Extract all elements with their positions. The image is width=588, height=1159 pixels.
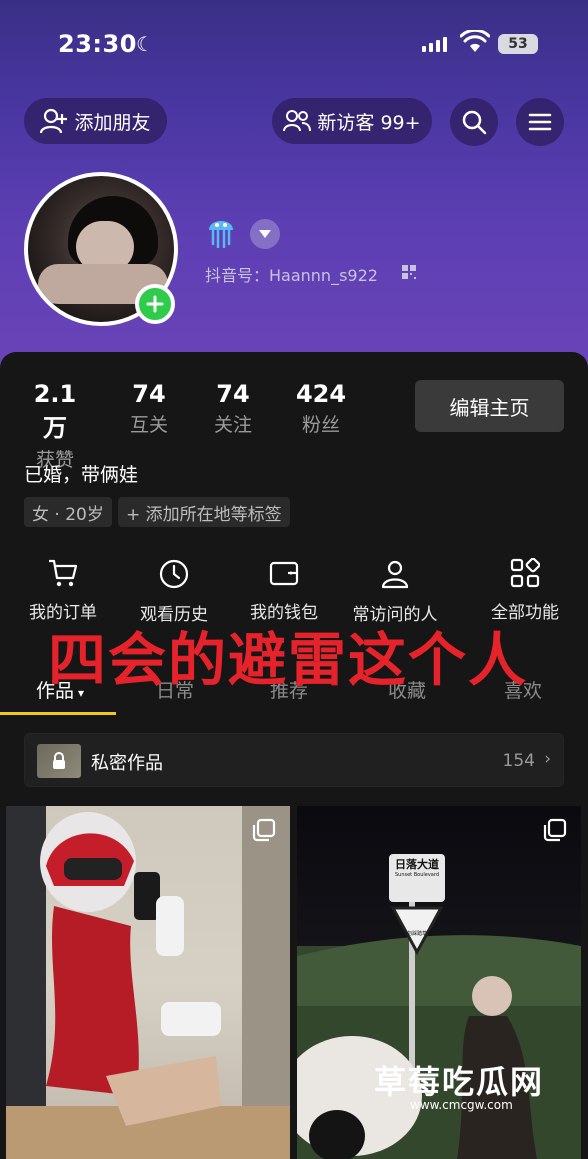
hamburger-icon (528, 113, 552, 131)
my-orders-button[interactable]: 我的订单 (8, 558, 118, 623)
my-orders-label: 我的订单 (29, 603, 97, 623)
stat-followers[interactable]: 424 粉丝 (290, 380, 352, 437)
edit-profile-button[interactable]: 编辑主页 (415, 380, 564, 432)
all-features-button[interactable]: 全部功能 (470, 558, 580, 623)
moon-icon: ☾ (136, 32, 154, 56)
stat-following[interactable]: 74 关注 (206, 380, 260, 437)
status-time: 23:30 (58, 30, 137, 58)
new-visitors-label: 新访客 99+ (317, 111, 421, 134)
plus-icon (146, 295, 164, 313)
stat-followers-value: 424 (295, 380, 347, 408)
account-switch-button[interactable] (250, 219, 280, 249)
watermark-url: www.cmcgw.com (410, 1098, 513, 1112)
thumbnail-image (6, 806, 290, 1159)
status-bar: 23:30 ☾ 53 (0, 28, 588, 60)
signal-icon (422, 36, 447, 52)
search-icon (462, 110, 487, 135)
multi-image-icon (252, 818, 276, 846)
multi-image-icon (543, 818, 567, 846)
visitors-icon (283, 110, 312, 132)
road-sign: 日落大道 Sunset Boulevard (389, 856, 445, 878)
jellyfish-icon (206, 214, 236, 255)
stat-following-value: 74 (216, 380, 250, 408)
new-visitors-button[interactable]: 新访客 99+ (272, 98, 432, 144)
douyin-id: 抖音号：Haannn_s922 (205, 266, 378, 285)
stat-mutual-label: 互关 (129, 414, 168, 436)
lock-icon (53, 752, 65, 769)
profile-bio: 已婚，带俩娃 (24, 464, 139, 486)
search-button[interactable] (450, 98, 498, 146)
battery-indicator: 53 (498, 34, 538, 54)
road-sign-warning: 请勿踩踏草坪 (401, 931, 432, 937)
my-wallet-label: 我的钱包 (250, 603, 318, 623)
menu-button[interactable] (516, 98, 564, 146)
add-location-tag-button[interactable]: + 添加所在地等标签 (118, 497, 290, 527)
frequent-visitors-button[interactable]: 常访问的人 (340, 558, 450, 625)
road-sign-title: 日落大道 (395, 858, 439, 871)
grid-icon (510, 558, 540, 588)
stat-likes[interactable]: 2.1万 获赞 (24, 380, 86, 472)
active-tab-indicator (0, 712, 116, 715)
my-wallet-button[interactable]: 我的钱包 (229, 558, 339, 623)
overlay-caption: 四会的避雷这个人 (48, 626, 529, 694)
private-works-thumbnail (37, 744, 81, 778)
frequent-visitors-label: 常访问的人 (352, 605, 438, 625)
clock-icon (159, 559, 189, 589)
stat-followers-label: 粉丝 (301, 414, 340, 436)
private-works-count: 154 (502, 751, 535, 771)
add-friend-label: 添加朋友 (74, 111, 151, 134)
stat-likes-value: 2.1万 (33, 380, 77, 442)
watch-history-label: 观看历史 (140, 605, 208, 625)
watch-history-button[interactable]: 观看历史 (119, 558, 229, 625)
gender-age-tag: 女 · 20岁 (24, 497, 112, 527)
watermark-text: 草莓吃瓜网 (374, 1063, 545, 1101)
triangle-down-icon (259, 230, 271, 238)
person-icon (381, 560, 409, 589)
stat-mutual[interactable]: 74 互关 (122, 380, 176, 437)
wallet-icon (269, 561, 299, 586)
road-sign-subtitle: Sunset Boulevard (394, 872, 440, 878)
stat-mutual-value: 74 (132, 380, 166, 408)
private-works-row[interactable]: 私密作品 154 › (24, 733, 564, 787)
add-story-button[interactable] (135, 284, 175, 324)
qr-code-icon[interactable] (402, 264, 416, 283)
all-features-label: 全部功能 (491, 603, 559, 623)
add-person-icon (40, 108, 68, 134)
add-friend-button[interactable]: 添加朋友 (24, 98, 167, 144)
wifi-icon (459, 28, 491, 58)
private-works-label: 私密作品 (91, 753, 163, 774)
video-thumbnail[interactable] (6, 806, 290, 1159)
chevron-right-icon: › (544, 749, 551, 769)
cart-icon (49, 559, 78, 587)
stat-following-label: 关注 (213, 414, 252, 436)
